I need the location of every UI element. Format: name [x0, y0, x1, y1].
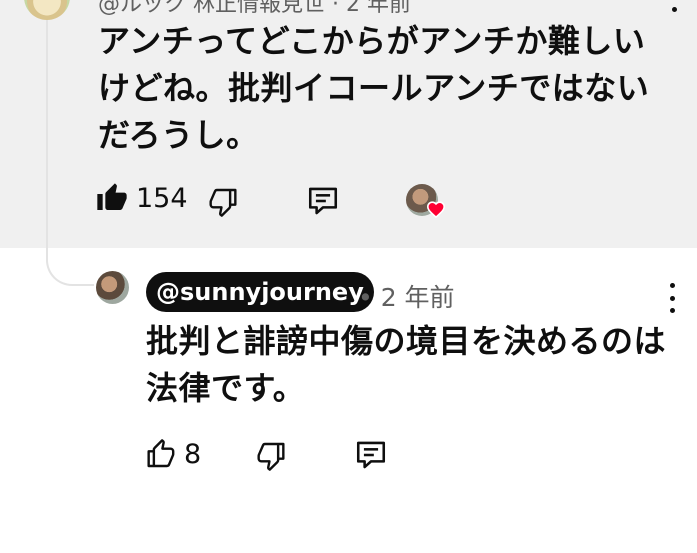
- reply-actions: 8: [144, 438, 201, 470]
- reply-timestamp: • 2 年前: [358, 283, 455, 312]
- reply-comment-icon: [356, 441, 386, 469]
- reply-menu-icon[interactable]: [668, 283, 676, 313]
- top-comment-header: @ルック 林正情報見世 · 2 年前: [98, 0, 411, 17]
- reply-like-count: 8: [184, 438, 202, 470]
- top-comment-actions: 154: [96, 182, 188, 214]
- thumbs-up-outline-icon: [147, 439, 175, 468]
- thread-connector-line: [46, 10, 94, 286]
- thumbs-down-icon: [257, 442, 285, 471]
- like-button[interactable]: [96, 182, 128, 214]
- top-comment-text: アンチってどこからがアンチか難しいけどね。批判イコールアンチではないだろうし。: [98, 22, 650, 154]
- reply-text: 批判と誹謗中傷の境目を決めるのは法律です。: [146, 322, 667, 407]
- dislike-button[interactable]: [208, 186, 240, 218]
- like-count: 154: [136, 182, 188, 214]
- reply-comment-icon: [308, 187, 338, 215]
- creator-heart-icon: [426, 201, 446, 218]
- thumbs-up-filled-icon: [97, 183, 127, 210]
- reply-button[interactable]: [306, 184, 340, 218]
- reply-reply-button[interactable]: [354, 438, 388, 472]
- reply-avatar[interactable]: [96, 271, 129, 304]
- top-comment-menu-icon[interactable]: [670, 0, 678, 12]
- thumbs-down-icon: [209, 188, 237, 217]
- reply-dislike-button[interactable]: [256, 440, 288, 472]
- comment-thread: @ルック 林正情報見世 · 2 年前 アンチってどこからがアンチか難しいけどね。…: [0, 0, 697, 553]
- reply-like-button[interactable]: [144, 438, 176, 470]
- reply-author-handle[interactable]: @sunnyjourney: [146, 272, 374, 312]
